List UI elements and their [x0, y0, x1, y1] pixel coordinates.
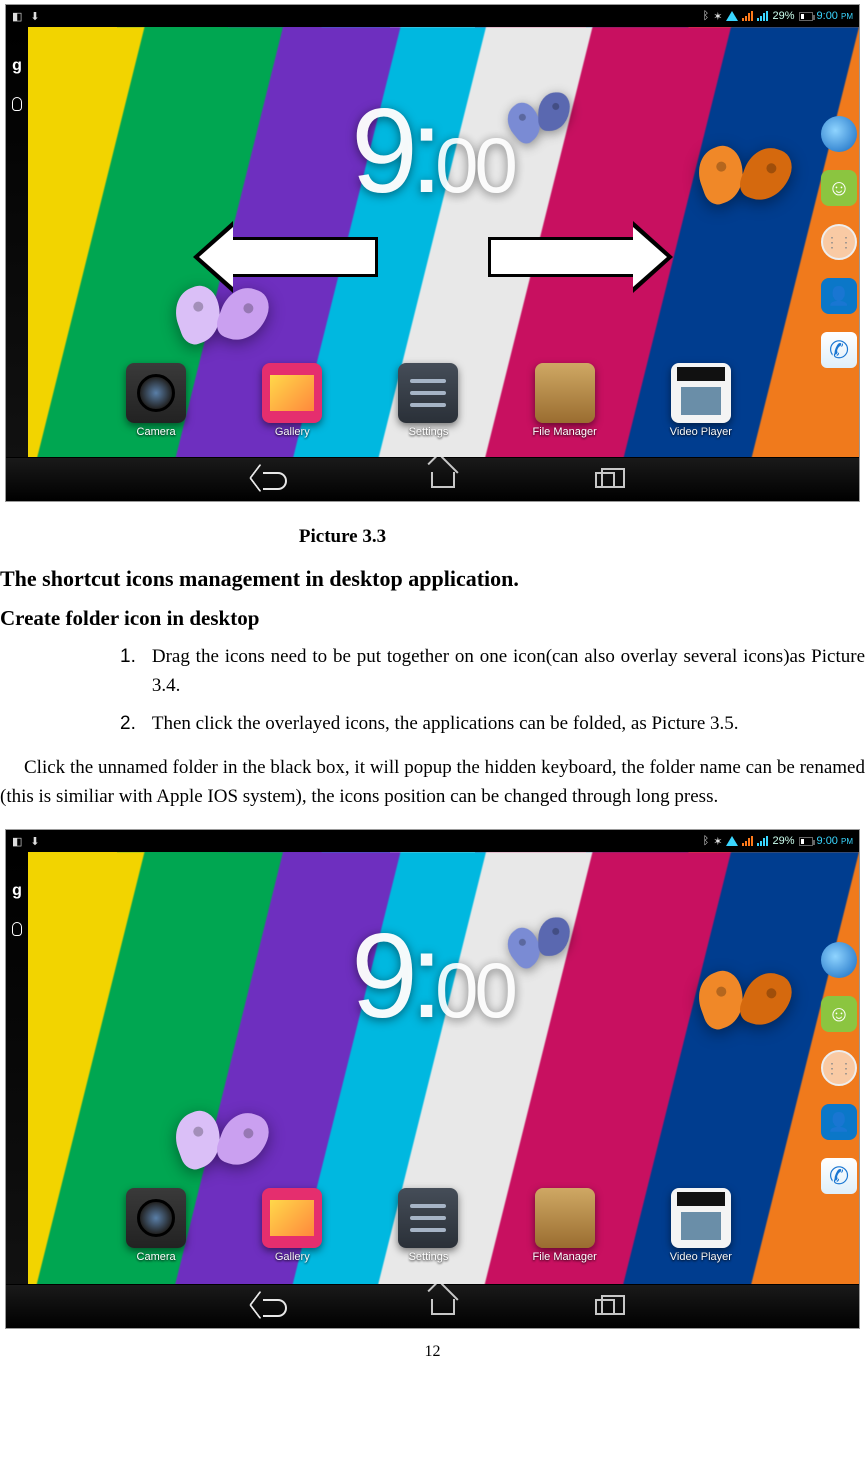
decorative-butterfly [699, 147, 789, 217]
apps-drawer-icon[interactable]: ⋮⋮ [821, 1050, 857, 1086]
home-wallpaper[interactable]: g 9:00 ☺ ⋮⋮ 👤 ✆ Camera Gall [6, 27, 859, 457]
status-bar: ◧ ⬇ ᛒ ✶ 29% 9:00 PM [6, 5, 859, 27]
signal-icon [757, 11, 768, 21]
system-navbar [6, 1284, 859, 1328]
wifi-icon [726, 11, 738, 21]
app-label: Video Player [670, 1251, 732, 1263]
video-player-icon [671, 363, 731, 423]
signal-icon [742, 11, 753, 21]
nav-recent-icon[interactable] [595, 472, 615, 488]
subsection-heading: Create folder icon in desktop [0, 606, 865, 631]
app-camera[interactable]: Camera [112, 1188, 200, 1263]
nav-back-icon[interactable] [251, 469, 291, 491]
camera-icon [126, 1188, 186, 1248]
instruction-list: 1. Drag the icons need to be put togethe… [120, 643, 865, 739]
notification-icon: ◧ [12, 835, 22, 848]
favorites-tray: ☺ ⋮⋮ 👤 ✆ [819, 852, 859, 1284]
vibrate-icon: ✶ [713, 10, 722, 23]
browser-icon[interactable] [821, 116, 857, 152]
app-dock: Camera Gallery Settings File Manager Vid… [48, 349, 809, 457]
google-search-rail[interactable]: g [6, 27, 28, 457]
app-video-player[interactable]: Video Player [657, 1188, 745, 1263]
app-label: Gallery [275, 1251, 310, 1263]
battery-icon [799, 837, 813, 846]
phone-icon[interactable]: ✆ [821, 1158, 857, 1194]
nav-back-icon[interactable] [251, 1296, 291, 1318]
list-item: 2. Then click the overlayed icons, the a… [120, 710, 865, 739]
contacts-icon[interactable]: 👤 [821, 278, 857, 314]
app-file-manager[interactable]: File Manager [521, 1188, 609, 1263]
page-number: 12 [0, 1343, 865, 1361]
app-label: Settings [409, 426, 449, 438]
nav-home-icon[interactable] [431, 472, 455, 488]
app-label: Camera [137, 1251, 176, 1263]
app-label: Gallery [275, 426, 310, 438]
decorative-butterfly [699, 972, 789, 1042]
google-icon[interactable]: g [12, 57, 22, 75]
settings-icon [398, 363, 458, 423]
decorative-butterfly [176, 1112, 266, 1182]
system-navbar [6, 457, 859, 501]
app-settings[interactable]: Settings [384, 363, 472, 438]
tablet-screenshot-1: ◧ ⬇ ᛒ ✶ 29% 9:00 PM g 9:00 [5, 4, 860, 502]
nav-home-icon[interactable] [431, 1299, 455, 1315]
battery-percent: 29% [772, 835, 794, 847]
app-settings[interactable]: Settings [384, 1188, 472, 1263]
home-wallpaper[interactable]: g 9:00 ☺ ⋮⋮ 👤 ✆ Camera Gallery Settings [6, 852, 859, 1284]
contacts-icon[interactable]: 👤 [821, 1104, 857, 1140]
notification-icon: ⬇ [30, 10, 39, 23]
app-label: Camera [137, 426, 176, 438]
app-video-player[interactable]: Video Player [657, 363, 745, 438]
app-gallery[interactable]: Gallery [248, 1188, 336, 1263]
phone-icon[interactable]: ✆ [821, 332, 857, 368]
messaging-icon[interactable]: ☺ [821, 170, 857, 206]
clock-widget[interactable]: 9:00 [351, 82, 514, 220]
camera-icon [126, 363, 186, 423]
status-time: 9:00 PM [817, 835, 853, 847]
browser-icon[interactable] [821, 942, 857, 978]
section-heading: The shortcut icons management in desktop… [0, 566, 865, 592]
battery-icon [799, 12, 813, 21]
app-label: Settings [409, 1251, 449, 1263]
nav-recent-icon[interactable] [595, 1299, 615, 1315]
gallery-icon [262, 363, 322, 423]
file-manager-icon [535, 363, 595, 423]
app-label: File Manager [533, 426, 597, 438]
signal-icon [757, 836, 768, 846]
bluetooth-icon: ᛒ [703, 835, 710, 847]
wifi-icon [726, 836, 738, 846]
signal-icon [742, 836, 753, 846]
bluetooth-icon: ᛒ [703, 10, 710, 22]
mic-icon[interactable] [12, 97, 22, 111]
gallery-icon [262, 1188, 322, 1248]
decorative-butterfly [176, 287, 266, 357]
vibrate-icon: ✶ [713, 835, 722, 848]
mic-icon[interactable] [12, 922, 22, 936]
notification-icon: ⬇ [30, 835, 39, 848]
favorites-tray: ☺ ⋮⋮ 👤 ✆ [819, 27, 859, 457]
app-label: File Manager [533, 1251, 597, 1263]
list-item: 1. Drag the icons need to be put togethe… [120, 643, 865, 700]
tablet-screenshot-2: ◧ ⬇ ᛒ ✶ 29% 9:00 PM g 9:00 [5, 829, 860, 1329]
file-manager-icon [535, 1188, 595, 1248]
app-gallery[interactable]: Gallery [248, 363, 336, 438]
google-icon[interactable]: g [12, 882, 22, 900]
clock-widget[interactable]: 9:00 [351, 907, 514, 1045]
status-bar: ◧ ⬇ ᛒ ✶ 29% 9:00 PM [6, 830, 859, 852]
app-label: Video Player [670, 426, 732, 438]
status-time: 9:00 PM [817, 10, 853, 22]
battery-percent: 29% [772, 10, 794, 22]
settings-icon [398, 1188, 458, 1248]
app-dock: Camera Gallery Settings File Manager Vid… [48, 1174, 809, 1282]
notification-icon: ◧ [12, 10, 22, 23]
app-camera[interactable]: Camera [112, 363, 200, 438]
messaging-icon[interactable]: ☺ [821, 996, 857, 1032]
google-search-rail[interactable]: g [6, 852, 28, 1284]
app-file-manager[interactable]: File Manager [521, 363, 609, 438]
video-player-icon [671, 1188, 731, 1248]
apps-drawer-icon[interactable]: ⋮⋮ [821, 224, 857, 260]
paragraph: Click the unnamed folder in the black bo… [0, 753, 865, 812]
figure-caption: Picture 3.3 [0, 526, 865, 548]
